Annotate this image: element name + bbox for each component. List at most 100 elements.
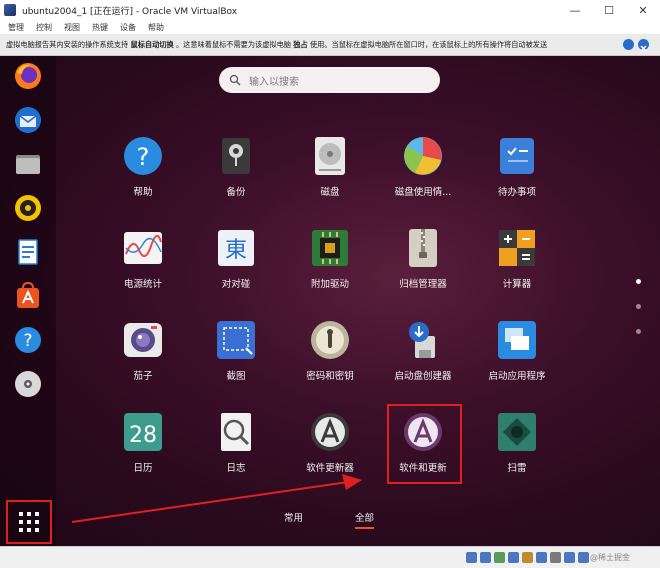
app-startup-disk-creator[interactable]: 启动盘创建器 [383,320,463,400]
disc-icon[interactable] [12,368,44,400]
search-placeholder: 输入以搜索 [249,76,299,88]
virtualbox-icon [4,4,16,16]
calendar-icon: 28 [124,413,162,451]
app-calculator[interactable]: 计算器 [477,228,557,308]
menu-hotkeys[interactable]: 热键 [92,22,108,33]
app-passwords-keys[interactable]: 密码和密钥 [290,320,370,400]
menu-devices[interactable]: 设备 [120,22,136,33]
disks-icon [315,137,345,175]
svg-text:?: ? [23,331,32,351]
maximize-button[interactable]: ☐ [592,0,626,20]
tab-all[interactable]: 全部 [355,510,375,529]
minimize-button[interactable]: — [558,0,592,20]
app-label: 密码和密钥 [306,371,354,382]
app-todo[interactable]: 待办事项 [477,136,557,216]
archive-manager-icon [409,229,437,267]
thunderbird-icon[interactable] [12,104,44,136]
menu-view[interactable]: 视图 [64,22,80,33]
shared-folders-icon[interactable] [522,552,533,563]
menu-bar: 管理 控制 视图 热键 设备 帮助 [0,20,660,34]
mines-icon [498,413,536,451]
writer-icon[interactable] [12,236,44,268]
app-view-tabs: 常用 全部 [260,510,410,532]
additional-drivers-icon [312,230,348,266]
virtualbox-window: ubuntu2004_1 [正在运行] - Oracle VM VirtualB… [0,0,660,568]
app-label: 电源统计 [123,279,162,290]
todo-icon [500,138,534,174]
usb-icon[interactable] [508,552,519,563]
window-titlebar[interactable]: ubuntu2004_1 [正在运行] - Oracle VM VirtualB… [0,0,660,20]
network-icon[interactable] [494,552,505,563]
app-startup-applications[interactable]: 启动应用程序 [477,320,557,400]
dock: ? [0,56,56,546]
app-disk-usage[interactable]: 磁盘使用情... [383,136,463,216]
recording-icon[interactable] [550,552,561,563]
app-label: 茄子 [133,371,153,382]
app-backup[interactable]: 备份 [196,136,276,216]
virtualbox-statusbar: @稀土掘金 [0,546,660,568]
app-label: 扫雷 [507,463,527,474]
cheese-icon [124,323,162,357]
page-dot[interactable] [636,279,641,284]
app-mines[interactable]: 扫雷 [477,412,557,492]
notice-text-b: 。这意味着鼠标不需要为该虚拟电脑 [175,39,291,49]
app-label: 截图 [226,371,246,382]
app-label: 附加驱动 [310,279,349,290]
show-applications-button[interactable] [6,500,52,544]
hard-disk-icon[interactable] [466,552,477,563]
backup-icon [222,138,250,174]
app-label: 待办事项 [497,187,536,198]
app-additional-drivers[interactable]: 附加驱动 [290,228,370,308]
passwords-keys-icon [311,321,349,359]
menu-control[interactable]: 控制 [36,22,52,33]
notice-info-icon[interactable] [623,39,634,50]
app-screenshot[interactable]: 截图 [196,320,276,400]
startup-disk-creator-icon [409,322,435,358]
help-icon: ? [124,137,162,175]
app-label: 对对碰 [221,279,251,290]
notice-text-bold: 鼠标自动切换 [130,39,174,49]
highlight-box [387,404,462,484]
app-disks[interactable]: 磁盘 [290,136,370,216]
tab-frequent[interactable]: 常用 [284,510,303,524]
notice-text-c: 使用。当鼠标在虚拟电脑所在窗口时，在该鼠标上的所有操作将自动被发送 [309,39,548,49]
search-icon [229,74,241,86]
mouse-integration-notice: 虚拟电脑报告其内安装的操作系统支持 鼠标自动切换 。这意味着鼠标不需要为该虚拟电… [0,34,660,56]
app-help[interactable]: ? 帮助 [103,136,183,216]
screenshot-icon [217,321,255,359]
app-label: 备份 [226,187,246,198]
app-swell-foop[interactable]: 東 对对碰 [196,228,276,308]
swell-foop-icon: 東 [218,230,254,266]
close-button[interactable]: ✕ [626,0,660,20]
page-dot[interactable] [636,304,641,309]
logs-icon [221,413,251,451]
page-dot[interactable] [636,329,641,334]
app-label: 磁盘 [320,187,340,198]
menu-manage[interactable]: 管理 [8,22,24,33]
rhythmbox-icon[interactable] [12,192,44,224]
firefox-icon[interactable] [12,60,44,92]
software-updater-icon [311,413,349,451]
menu-help[interactable]: 帮助 [148,22,164,33]
search-box[interactable]: 输入以搜索 [219,67,440,93]
app-label: 归档管理器 [399,279,447,290]
files-icon[interactable] [12,148,44,180]
optical-drive-icon[interactable] [480,552,491,563]
app-power-stats[interactable]: 电源统计 [103,228,183,308]
notice-text-a: 虚拟电脑报告其内安装的操作系统支持 [6,39,129,49]
display-icon[interactable] [536,552,547,563]
app-label: 计算器 [502,279,532,290]
help-icon[interactable]: ? [12,324,44,356]
cpu-icon[interactable] [564,552,575,563]
app-label: 启动盘创建器 [394,371,452,382]
app-label: 帮助 [133,187,153,198]
notice-close-icon[interactable] [638,39,649,52]
power-stats-icon [124,232,162,264]
app-label: 启动应用程序 [488,371,546,382]
software-icon[interactable] [12,280,44,312]
app-archive-manager[interactable]: 归档管理器 [383,228,463,308]
app-cheese[interactable]: 茄子 [103,320,183,400]
ubuntu-desktop: ? 输入以搜索 ? 帮助 备份 磁盘 磁盘使用情... 待办事项 电源统计 東 … [0,56,660,546]
mouse-integration-icon[interactable] [578,552,589,563]
app-label: 磁盘使用情... [394,187,452,198]
